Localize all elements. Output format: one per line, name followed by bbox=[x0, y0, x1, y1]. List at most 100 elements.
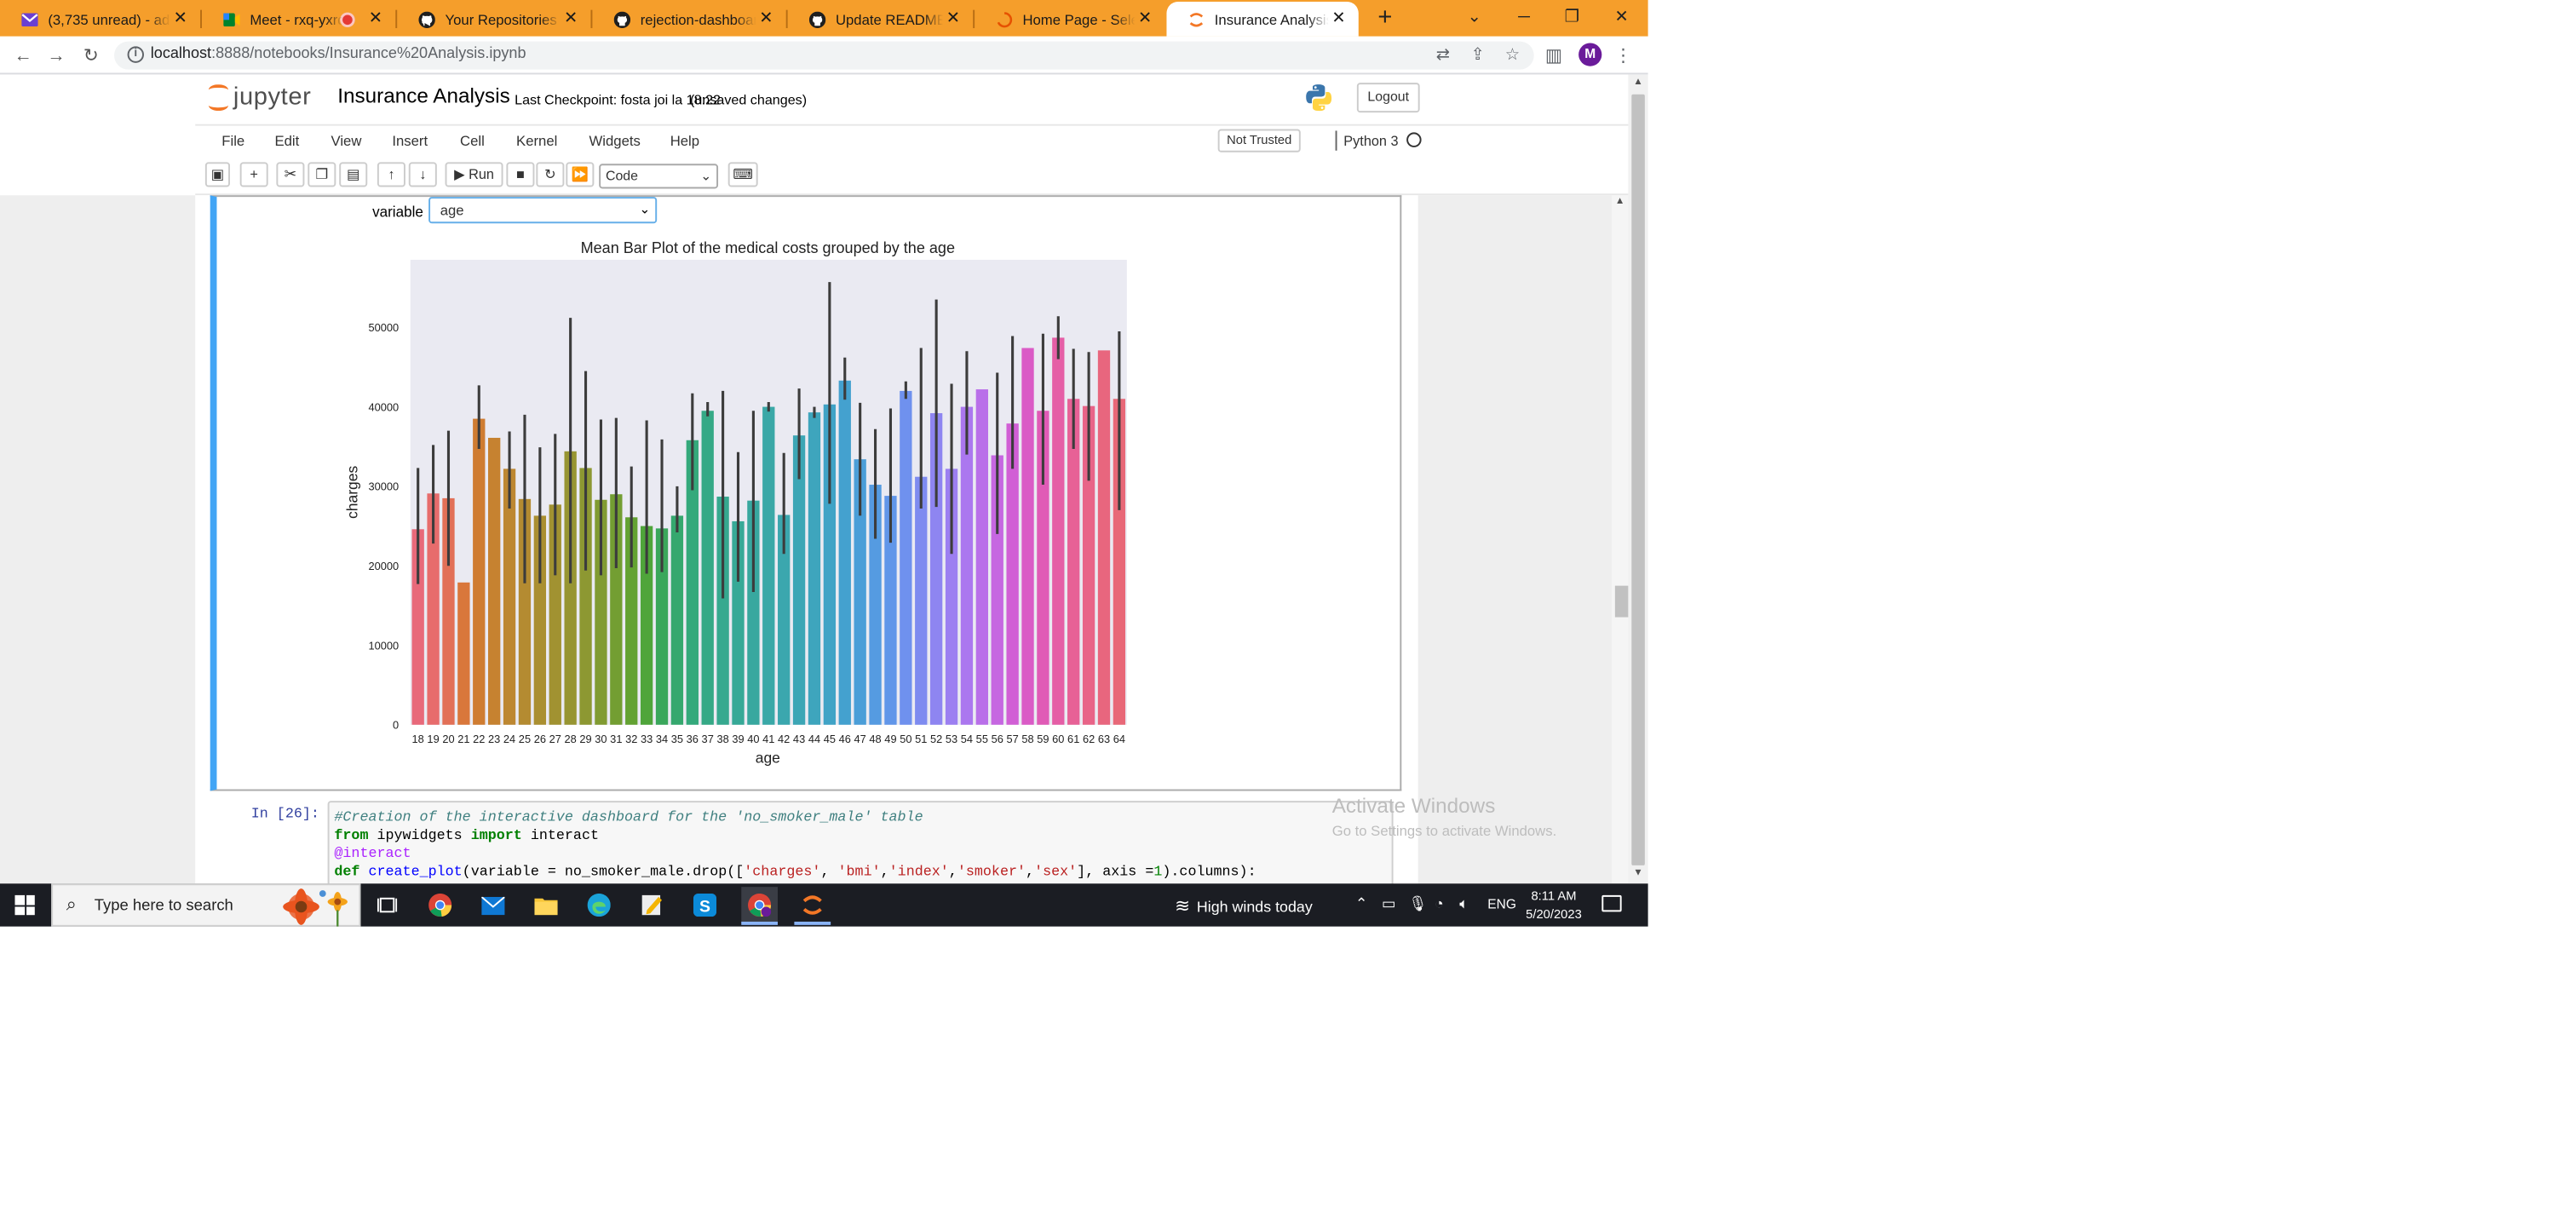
mail-app-icon[interactable] bbox=[474, 887, 511, 923]
close-icon[interactable]: ✕ bbox=[561, 10, 581, 28]
weather-widget[interactable]: ≋ High winds today bbox=[1175, 895, 1313, 917]
edge-icon[interactable] bbox=[581, 887, 618, 923]
device-icon[interactable]: ▭ bbox=[1382, 895, 1396, 913]
menu-edit[interactable]: Edit bbox=[274, 132, 299, 148]
browser-menu-icon[interactable]: ⋮ bbox=[1612, 44, 1635, 67]
x-tick-label: 32 bbox=[625, 733, 637, 745]
scroll-up-arrow-icon[interactable]: ▲ bbox=[1612, 197, 1628, 207]
x-tick-label: 63 bbox=[1098, 733, 1110, 745]
logout-button[interactable]: Logout bbox=[1356, 83, 1420, 113]
variable-dropdown[interactable]: age ⌄ bbox=[428, 197, 658, 224]
notebook-scrollbar[interactable] bbox=[1611, 195, 1629, 884]
restart-run-all-icon[interactable]: ⏩ bbox=[566, 162, 595, 187]
notebook-scrollbar-thumb[interactable] bbox=[1614, 585, 1629, 618]
trust-status-button[interactable]: Not Trusted bbox=[1217, 129, 1301, 152]
jupyter-app-icon[interactable] bbox=[794, 887, 831, 923]
profile-avatar[interactable]: M bbox=[1578, 43, 1602, 66]
x-tick-label: 36 bbox=[687, 733, 699, 745]
jupyter-logo[interactable]: jupyter bbox=[207, 81, 312, 112]
menu-widgets[interactable]: Widgets bbox=[589, 132, 641, 148]
save-icon[interactable]: ▣ bbox=[204, 162, 231, 187]
new-tab-button[interactable]: + bbox=[1370, 3, 1400, 33]
close-icon[interactable]: ✕ bbox=[170, 10, 190, 28]
interrupt-icon[interactable]: ■ bbox=[506, 162, 535, 187]
url-text[interactable]: localhost:8888/notebooks/Insurance%20Ana… bbox=[151, 44, 526, 60]
x-tick-label: 26 bbox=[534, 733, 546, 745]
menu-insert[interactable]: Insert bbox=[392, 132, 428, 148]
hidden-icons-chevron-icon[interactable]: ⌃ bbox=[1355, 895, 1368, 913]
x-tick-label: 43 bbox=[793, 733, 805, 745]
notebook-title[interactable]: Insurance Analysis bbox=[337, 84, 509, 107]
menu-view[interactable]: View bbox=[331, 132, 362, 148]
insert-cell-icon[interactable]: + bbox=[239, 162, 268, 187]
tab-gmail[interactable]: (3,735 unread) - adrian ✕ bbox=[0, 2, 200, 37]
notification-center-icon[interactable] bbox=[1601, 894, 1622, 912]
tab-insurance-analysis[interactable]: Insurance Analysis - J ✕ bbox=[1166, 1, 1359, 37]
skype-icon[interactable]: S bbox=[687, 887, 723, 923]
run-button[interactable]: ▶ Run bbox=[445, 162, 503, 187]
code-cell[interactable]: In [26]: #Creation of the interactive da… bbox=[210, 796, 1402, 893]
bar-chart: Mean Bar Plot of the medical costs group… bbox=[344, 239, 1127, 766]
restore-button[interactable]: ❐ bbox=[1547, 3, 1596, 33]
translate-icon[interactable]: ⇄ bbox=[1433, 46, 1452, 66]
site-info-icon[interactable]: i bbox=[127, 46, 144, 63]
taskbar-clock[interactable]: 8:11 AM 5/20/2023 bbox=[1515, 887, 1591, 923]
share-icon[interactable]: ⇪ bbox=[1468, 46, 1487, 66]
chrome-icon[interactable] bbox=[422, 887, 458, 923]
chrome-profile-icon[interactable] bbox=[741, 887, 778, 923]
close-icon[interactable]: ✕ bbox=[1136, 10, 1155, 28]
notes-app-icon[interactable] bbox=[634, 887, 670, 923]
language-indicator[interactable]: ENG bbox=[1487, 897, 1516, 911]
x-tick-label: 34 bbox=[656, 733, 668, 745]
menu-kernel[interactable]: Kernel bbox=[516, 132, 557, 148]
tab-home-page[interactable]: Home Page - Select o ✕ bbox=[975, 2, 1164, 37]
file-explorer-icon[interactable] bbox=[528, 887, 565, 923]
tab-search-button[interactable]: ⌄ bbox=[1450, 3, 1499, 33]
mail-icon bbox=[21, 11, 38, 27]
tab-meet[interactable]: Meet - rxq-yxrq- ✕ bbox=[202, 2, 395, 37]
jupyter-icon bbox=[1188, 11, 1205, 27]
close-icon[interactable]: ✕ bbox=[756, 10, 776, 28]
scroll-down-arrow-icon[interactable]: ▼ bbox=[1630, 869, 1646, 879]
copy-icon[interactable]: ❐ bbox=[308, 162, 336, 187]
close-window-button[interactable]: ✕ bbox=[1597, 3, 1647, 33]
code-editor[interactable]: #Creation of the interactive dashboard f… bbox=[327, 801, 1394, 893]
address-bar[interactable]: i localhost:8888/notebooks/Insurance%20A… bbox=[114, 41, 1534, 70]
task-view-icon[interactable] bbox=[369, 887, 405, 923]
github-icon bbox=[808, 10, 826, 28]
tab-update-readme[interactable]: Update README.md ✕ bbox=[788, 2, 974, 37]
cell-type-select[interactable]: Code ⌄ bbox=[599, 164, 719, 189]
menu-help[interactable]: Help bbox=[670, 132, 699, 148]
code-token: create_plot bbox=[359, 863, 463, 881]
close-icon[interactable]: ✕ bbox=[943, 10, 963, 28]
code-token: ).columns): bbox=[1162, 863, 1256, 881]
move-down-icon[interactable]: ↓ bbox=[408, 162, 437, 187]
keyboard-shortcuts-icon[interactable]: ⌨ bbox=[727, 162, 758, 187]
minimize-button[interactable]: ─ bbox=[1499, 3, 1549, 33]
menu-file[interactable]: File bbox=[221, 132, 244, 148]
bookmark-star-icon[interactable]: ☆ bbox=[1503, 46, 1522, 66]
scroll-up-arrow-icon[interactable]: ▲ bbox=[1630, 78, 1646, 88]
restart-icon[interactable]: ↻ bbox=[536, 162, 565, 187]
taskbar-search[interactable]: ⌕ Type here to search bbox=[51, 883, 361, 927]
tab-rejection-dashboard[interactable]: rejection-dashboard/ ✕ bbox=[592, 2, 785, 37]
move-up-icon[interactable]: ↑ bbox=[377, 162, 405, 187]
microphone-icon[interactable]: 🎙︎ bbox=[1408, 895, 1427, 913]
paste-icon[interactable]: ▤ bbox=[339, 162, 368, 187]
cell-prompt: In [26]: bbox=[250, 805, 319, 823]
menu-cell[interactable]: Cell bbox=[460, 132, 485, 148]
search-placeholder: Type here to search bbox=[94, 896, 233, 916]
tab-your-repositories[interactable]: Your Repositories ✕ bbox=[397, 2, 590, 37]
volume-icon[interactable]: 🔈︎ bbox=[1459, 895, 1469, 913]
wifi-icon[interactable]: ◔ bbox=[1435, 895, 1444, 911]
close-icon[interactable]: ✕ bbox=[1329, 10, 1348, 28]
close-icon[interactable]: ✕ bbox=[365, 10, 385, 28]
code-token: def bbox=[334, 863, 360, 881]
reload-icon[interactable]: ↻ bbox=[79, 44, 102, 67]
back-icon[interactable]: ← bbox=[12, 44, 35, 67]
cut-icon[interactable]: ✂ bbox=[276, 162, 305, 187]
forward-icon[interactable]: → bbox=[44, 44, 67, 67]
page-scrollbar-thumb[interactable] bbox=[1631, 94, 1645, 865]
windows-start-icon[interactable] bbox=[14, 894, 35, 916]
side-panel-icon[interactable]: ▥ bbox=[1542, 44, 1565, 67]
